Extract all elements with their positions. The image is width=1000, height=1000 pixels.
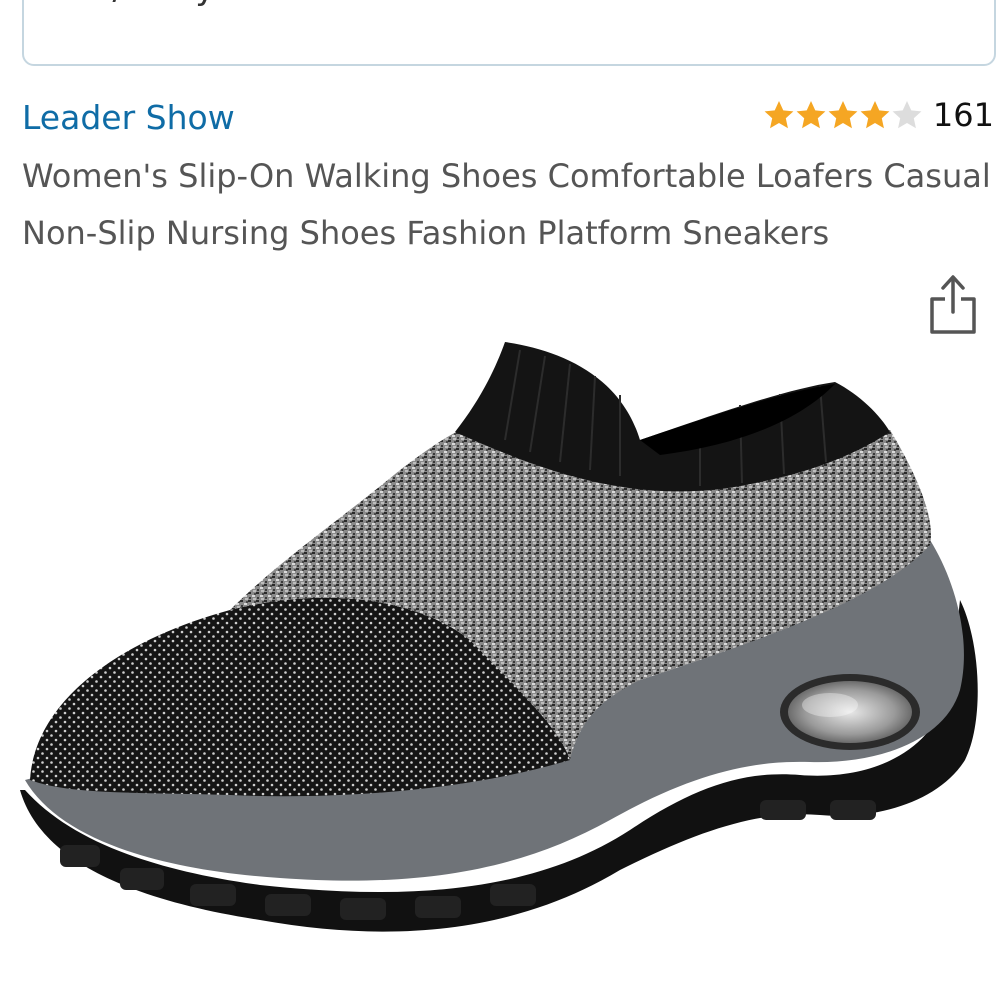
share-button[interactable] [926, 272, 980, 336]
rating-summary[interactable]: 161 [763, 96, 994, 134]
star-icon [892, 101, 922, 129]
star-icon [828, 101, 858, 129]
brand-link[interactable]: Leader Show [22, 98, 235, 137]
variant-selector[interactable]: 8 / Grey [22, 0, 996, 66]
product-detail-page: 8 / Grey Leader Show 161 Women's Slip-On… [0, 0, 1000, 1000]
variant-selected-value: 8 / Grey [80, 0, 215, 8]
share-icon [930, 275, 976, 334]
product-image[interactable] [0, 330, 1000, 1000]
star-icon [764, 101, 794, 129]
star-icon [796, 101, 826, 129]
product-title: Women's Slip-On Walking Shoes Comfortabl… [22, 157, 991, 252]
review-count: 161 [932, 96, 994, 134]
star-icon [860, 101, 890, 129]
star-rating [763, 99, 923, 131]
